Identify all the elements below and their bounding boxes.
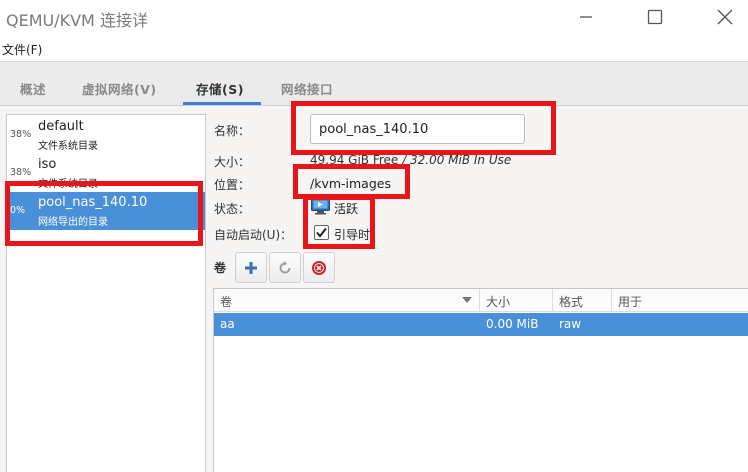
column-separator (552, 289, 553, 312)
pool-type: 文件系统目录 (38, 141, 98, 152)
title-bar: QEMU/KVM 连接详 (0, 0, 748, 36)
column-header-volume[interactable]: 卷 (220, 293, 232, 310)
tab-bar: 概述 虚拟网络(V) 存储(S) 网络接口 (0, 62, 748, 106)
column-header-size[interactable]: 大小 (486, 293, 510, 310)
tab-storage[interactable]: 存储(S) (196, 79, 244, 98)
tab-virtual-networks[interactable]: 虚拟网络(V) (82, 79, 157, 98)
window-title: QEMU/KVM 连接详 (6, 11, 148, 30)
autostart-value: 引导时 (334, 228, 371, 242)
pool-usage-percent: 38% (10, 129, 32, 140)
size-value: 49.94 GiB Free / 32.00 MiB In Use (310, 153, 511, 167)
size-used: 32.00 MiB In Use (409, 153, 512, 167)
autostart-checkbox[interactable] (314, 225, 329, 240)
delete-icon (312, 260, 326, 275)
sort-down-icon[interactable] (462, 297, 472, 304)
menu-bar: 文件(F) (0, 36, 748, 62)
size-free: 49.94 GiB Free (310, 153, 399, 167)
column-header-used-by[interactable]: 用于 (618, 293, 642, 310)
pool-usage-percent: 0% (10, 205, 26, 216)
autostart-label: 自动启动(U)： (214, 228, 293, 242)
column-separator (479, 289, 480, 312)
monitor-running-icon (311, 198, 330, 215)
name-label: 名称： (214, 124, 251, 138)
size-separator: / (398, 153, 410, 167)
volumes-table[interactable]: 卷 大小 格式 用于 aa 0.00 MiB raw (213, 288, 748, 472)
menu-file[interactable]: 文件(F) (2, 41, 42, 58)
maximize-button[interactable] (642, 6, 668, 28)
location-value: /kvm-images (310, 176, 391, 191)
delete-volume-button[interactable] (303, 252, 335, 283)
close-icon (717, 9, 733, 25)
column-separator (611, 289, 612, 312)
maximize-icon (647, 9, 663, 25)
pool-name: default (38, 119, 84, 134)
location-label: 位置： (214, 178, 251, 192)
active-tab-indicator (183, 102, 261, 105)
pool-item-iso[interactable]: 38% iso 文件系统目录 (7, 154, 205, 192)
pool-item-default[interactable]: 38% default 文件系统目录 (7, 116, 205, 154)
close-button[interactable] (712, 6, 738, 28)
volumes-table-header: 卷 大小 格式 用于 (214, 289, 748, 312)
pool-name-input[interactable] (310, 114, 525, 144)
pool-name: pool_nas_140.10 (38, 195, 148, 210)
pool-usage-percent: 38% (10, 167, 32, 178)
state-label: 状态： (214, 202, 251, 216)
column-header-format[interactable]: 格式 (559, 293, 583, 310)
volume-format: raw (559, 317, 582, 331)
table-row[interactable]: aa 0.00 MiB raw (214, 313, 748, 336)
pool-type: 文件系统目录 (38, 179, 98, 190)
refresh-icon (279, 260, 291, 273)
checkmark-icon (316, 227, 327, 238)
refresh-volumes-button[interactable] (269, 252, 301, 283)
minimize-icon (580, 16, 592, 18)
state-value: 活跃 (334, 202, 359, 216)
volume-name: aa (220, 317, 235, 331)
pool-type: 网络导出的目录 (38, 217, 108, 228)
plus-icon (245, 261, 257, 274)
add-volume-button[interactable] (235, 252, 267, 283)
volume-size: 0.00 MiB (486, 317, 539, 331)
pool-name: iso (38, 157, 57, 172)
size-label: 大小： (214, 155, 251, 169)
pool-item-pool-nas[interactable]: 0% pool_nas_140.10 网络导出的目录 (7, 192, 205, 230)
minimize-button[interactable] (573, 6, 599, 28)
volumes-label: 卷 (214, 261, 227, 275)
tab-overview[interactable]: 概述 (20, 79, 46, 98)
storage-pool-list[interactable]: 38% default 文件系统目录 38% iso 文件系统目录 0% poo… (6, 114, 206, 472)
tab-network-interfaces[interactable]: 网络接口 (281, 79, 333, 98)
